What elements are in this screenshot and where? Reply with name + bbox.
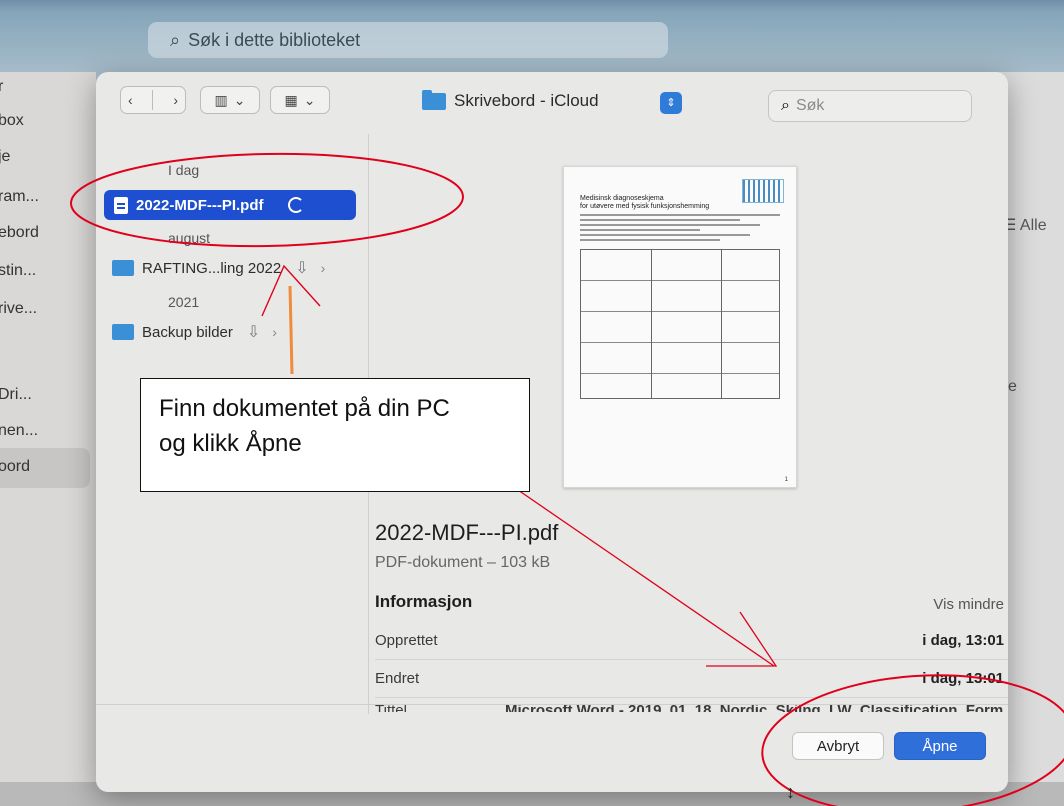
location-popup[interactable]: Skrivebord - iCloud	[406, 86, 694, 116]
instruction-line: Finn dokumentet på din PC	[159, 395, 450, 422]
group-label-2021: 2021	[168, 294, 200, 310]
forward-button[interactable]: ›	[173, 92, 178, 108]
back-button[interactable]: ‹	[128, 92, 133, 108]
thumbnail-title-line: Medisinsk diagnoseskjema	[580, 195, 664, 202]
nav-divider	[152, 90, 154, 110]
instruction-line: og klikk Åpne	[159, 430, 302, 457]
background-sidebar-item: je	[0, 148, 11, 165]
info-heading: Informasjon	[375, 592, 473, 611]
instruction-callout: Finn dokumentet på din PC og klikk Åpne	[140, 378, 530, 492]
info-row-created: Opprettet i dag, 13:01	[375, 626, 1008, 660]
pdf-document-icon	[114, 196, 128, 214]
folder-row[interactable]: RAFTING...ling 2022 ⇩ ›	[106, 252, 368, 284]
background-sidebar-item: ram...	[0, 188, 39, 205]
dialog-toolbar: ‹ › ▥ ⌄ ▦ ⌄ Skrivebord - iCloud ⇕ ⌕	[96, 72, 1008, 134]
thumbnail-text-line	[580, 229, 700, 231]
preview-file-name: 2022-MDF---PI.pdf	[375, 520, 559, 545]
background-sidebar-item: stin...	[0, 262, 37, 279]
download-progress-icon	[287, 197, 304, 213]
thumbnail-text-line	[580, 234, 750, 236]
group-label-today: I dag	[168, 162, 200, 178]
thumbnail-text-line	[580, 224, 760, 226]
file-row-selected[interactable]: 2022-MDF---PI.pdf	[104, 190, 356, 220]
search-icon: ⌕	[170, 29, 181, 50]
document-thumbnail: Medisinsk diagnoseskjema for utøvere med…	[563, 166, 797, 488]
info-value: i dag, 13:01	[922, 632, 1004, 649]
search-input[interactable]	[795, 97, 946, 115]
thumbnail-logo	[742, 179, 784, 203]
cloud-download-icon: ⇩	[295, 260, 309, 277]
file-row-name: 2022-MDF---PI.pdf	[136, 196, 264, 214]
background-filter-text: Alle	[1019, 217, 1047, 234]
group-mode-button[interactable]: ▦ ⌄	[270, 86, 330, 114]
resize-cursor-icon: ↕	[786, 782, 795, 802]
thumbnail-table	[580, 249, 780, 399]
search-field[interactable]: ⌕	[768, 90, 972, 122]
chevron-right-icon: ›	[272, 324, 277, 340]
folder-row-name: Backup bilder	[142, 323, 233, 341]
thumbnail-text-line	[580, 214, 780, 216]
background-filter-label: ☰ Alle	[1002, 217, 1047, 234]
thumbnail-title-line: for utøvere med fysisk funksjonshemming	[580, 203, 710, 210]
info-label: Opprettet	[375, 632, 438, 649]
chevron-right-icon: ›	[320, 260, 326, 276]
footer-divider	[96, 704, 1008, 705]
location-label: Skrivebord - iCloud	[454, 91, 599, 110]
navigation-buttons: ‹ ›	[120, 86, 186, 114]
background-sidebar-item: box	[0, 112, 24, 129]
columns-icon: ▥	[214, 91, 228, 108]
thumbnail-title: Medisinsk diagnoseskjema for utøvere med…	[580, 195, 730, 211]
show-less-link[interactable]: Vis mindre	[933, 596, 1004, 613]
background-sidebar-item: ebord	[0, 224, 39, 241]
folder-icon	[112, 260, 134, 276]
cancel-button[interactable]: Avbryt	[792, 732, 884, 760]
location-stepper-icon[interactable]: ⇕	[660, 92, 682, 114]
group-label-august: august	[168, 230, 211, 246]
chevron-down-icon: ⌄	[303, 91, 316, 108]
folder-row-name: RAFTING...ling 2022	[142, 259, 282, 277]
info-label: Endret	[375, 670, 420, 687]
info-value: i dag, 13:01	[922, 670, 1004, 687]
thumbnail-text-line	[580, 239, 720, 241]
grid-icon: ▦	[284, 91, 298, 108]
info-row-modified: Endret i dag, 13:01	[375, 664, 1008, 698]
background-sidebar-item: oord	[0, 458, 31, 475]
open-button[interactable]: Åpne	[894, 732, 986, 760]
background-sidebar-item: rive...	[0, 300, 38, 317]
chevron-down-icon: ⌄	[233, 91, 246, 108]
folder-icon	[422, 89, 446, 110]
background-sidebar-item: r	[0, 78, 4, 95]
background-search-placeholder: Søk i dette biblioteket	[188, 29, 361, 50]
thumbnail-text-line	[580, 219, 740, 221]
preview-file-kind: PDF-dokument – 103 kB	[375, 554, 551, 571]
background-sidebar: r box je ram... ebord stin... rive... Dr…	[0, 72, 96, 806]
background-search-bar: ⌕ Søk i dette biblioteket	[148, 22, 668, 58]
folder-icon	[112, 324, 134, 340]
thumbnail-page-number: 1	[784, 477, 788, 483]
search-icon: ⌕	[781, 97, 790, 114]
cloud-download-icon: ⇩	[246, 324, 261, 341]
background-sidebar-item: Dri...	[0, 386, 32, 403]
background-sidebar-item: nen...	[0, 422, 39, 439]
folder-row[interactable]: Backup bilder ⇩ ›	[106, 316, 368, 348]
background-right-text: e	[1008, 378, 1017, 395]
view-mode-button[interactable]: ▥ ⌄	[200, 86, 260, 114]
